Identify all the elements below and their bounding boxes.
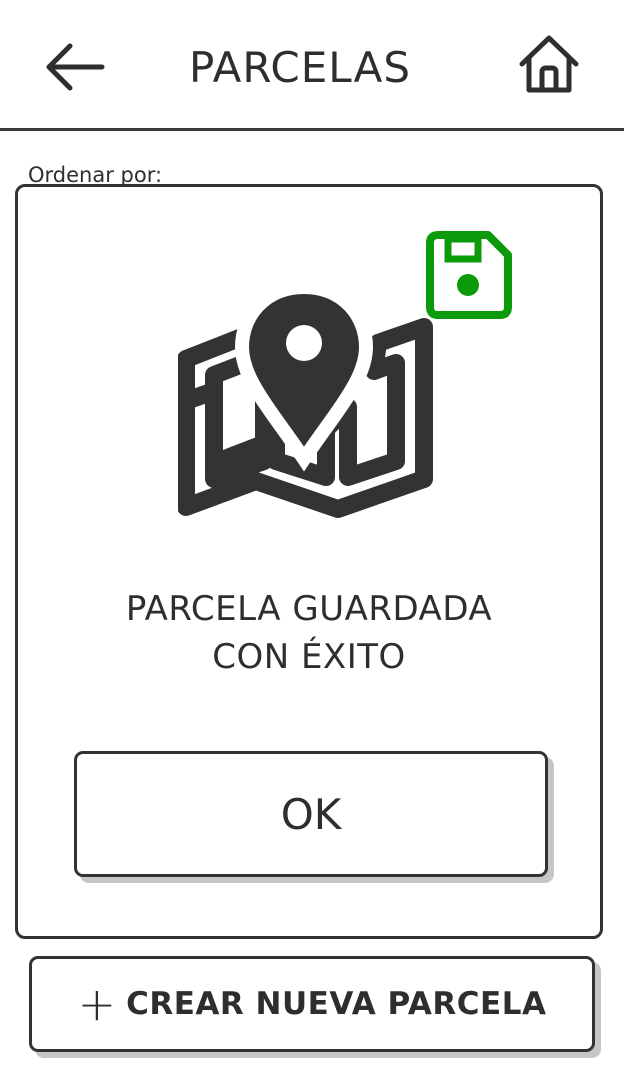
ok-button[interactable]: OK: [74, 751, 548, 877]
success-dialog: PARCELA GUARDADA CON ÉXITO OK: [15, 184, 603, 939]
app-header: PARCELAS: [0, 0, 624, 131]
success-message-line1: PARCELA GUARDADA: [125, 589, 493, 629]
create-parcel-button[interactable]: + CREAR NUEVA PARCELA: [29, 956, 595, 1052]
ok-button-label: OK: [280, 789, 342, 839]
success-message-line2: CON ÉXITO: [212, 637, 406, 677]
success-message: PARCELA GUARDADA CON ÉXITO: [18, 585, 600, 681]
plus-icon: +: [77, 977, 117, 1031]
map-marker-icon: [178, 279, 433, 518]
home-button[interactable]: [512, 30, 586, 100]
page-title: PARCELAS: [188, 43, 412, 92]
floppy-disk-icon: [426, 231, 512, 319]
home-icon: [519, 35, 579, 93]
header-divider: [0, 128, 624, 131]
create-parcel-label: CREAR NUEVA PARCELA: [126, 986, 547, 1022]
sort-label: Ordenar por:: [28, 163, 163, 184]
